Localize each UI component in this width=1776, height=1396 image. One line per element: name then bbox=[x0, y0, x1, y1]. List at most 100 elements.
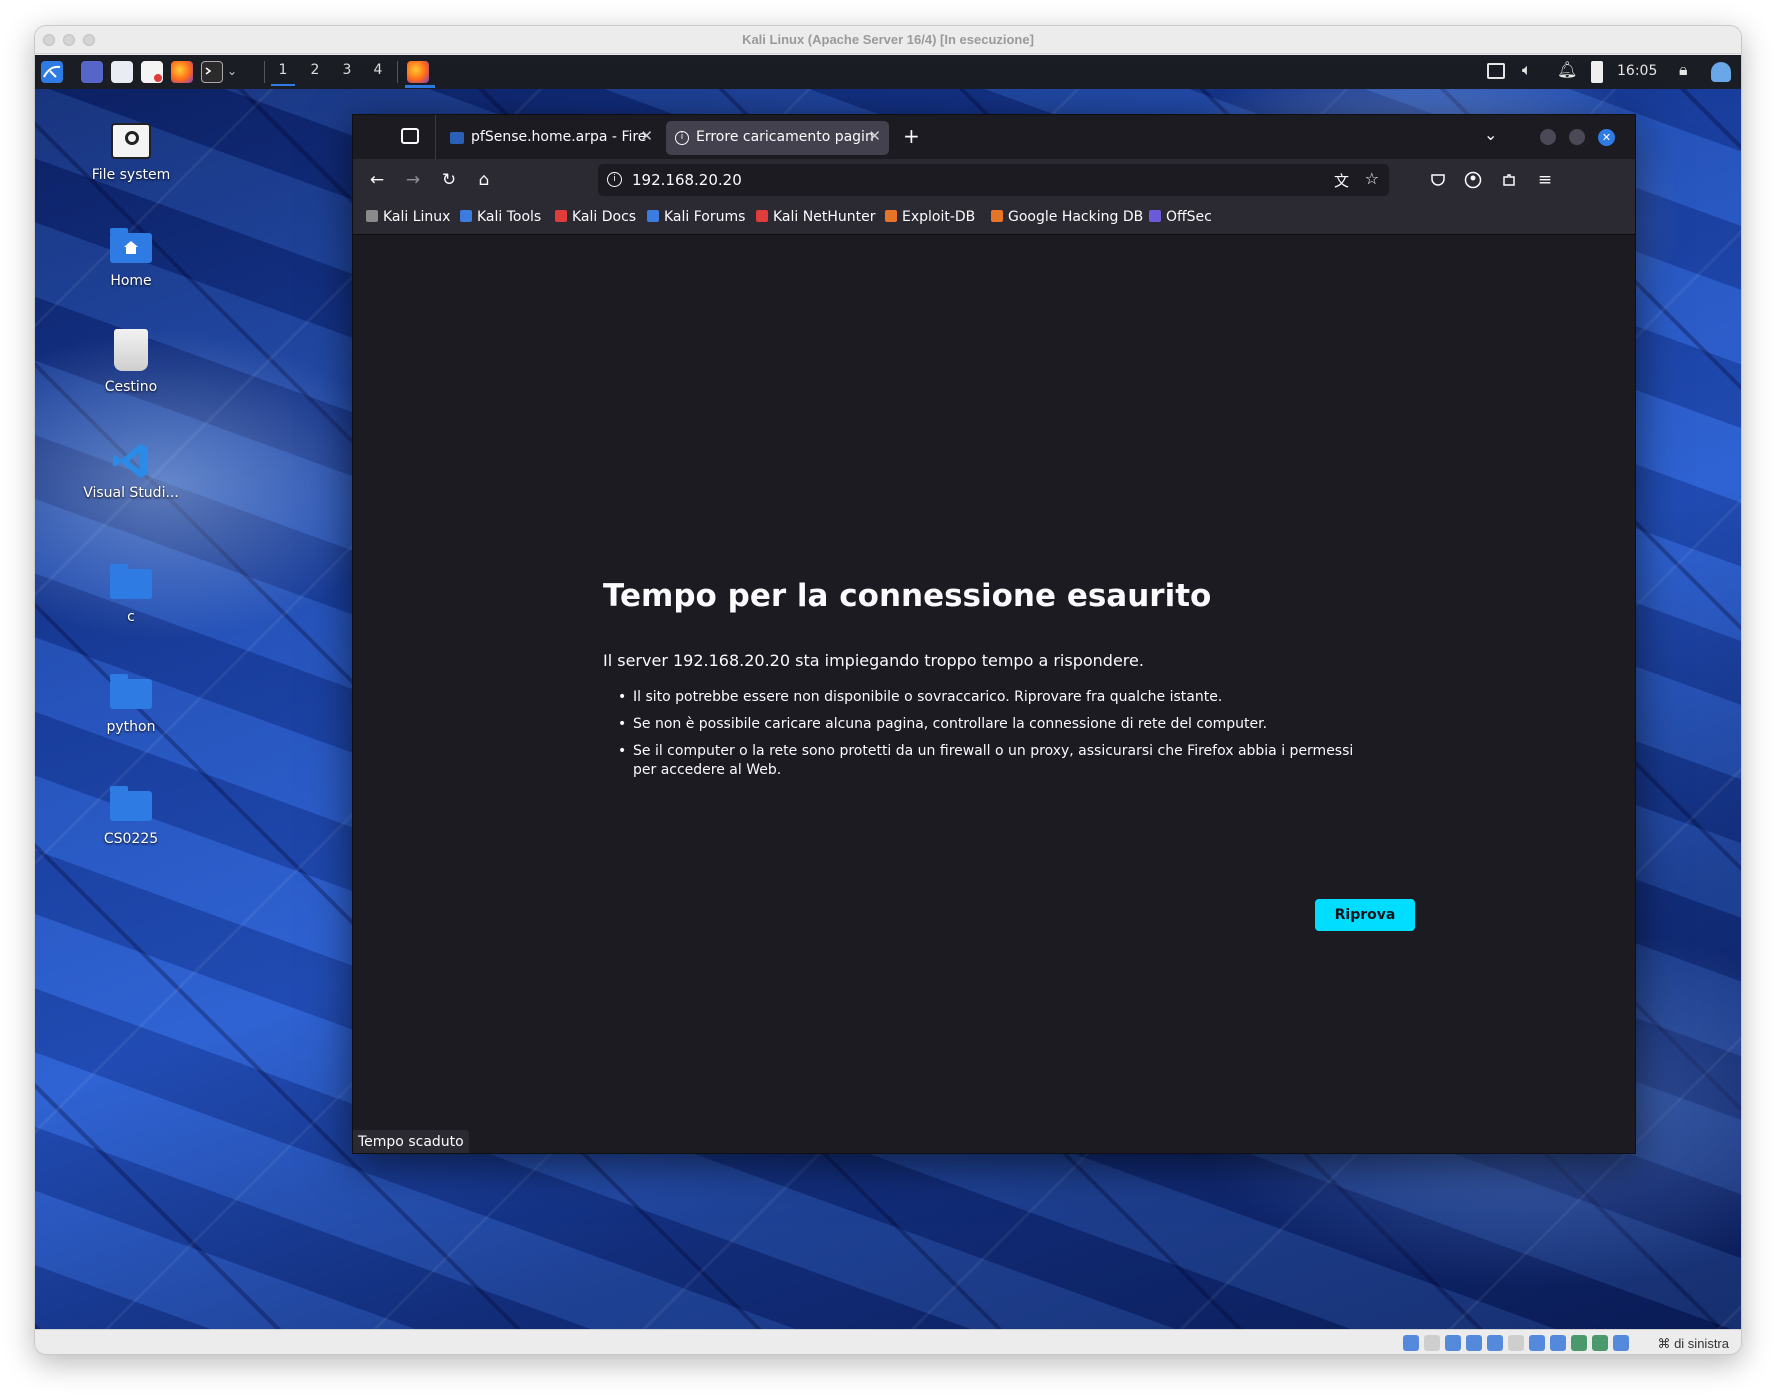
maximize-browser-button[interactable] bbox=[1569, 129, 1585, 145]
firefox-launcher-icon[interactable] bbox=[171, 61, 193, 83]
volume-icon[interactable]: 🔈︎ bbox=[1522, 60, 1532, 80]
desktop-icon-label: File system bbox=[91, 167, 171, 183]
retry-button[interactable]: Riprova bbox=[1315, 899, 1415, 931]
folder-icon bbox=[110, 674, 152, 709]
firefox-taskbar-icon[interactable] bbox=[407, 61, 429, 83]
panel-clock[interactable]: 16:05 bbox=[1617, 63, 1657, 79]
url-bar[interactable]: i 192.168.20.20 文 ☆ bbox=[598, 164, 1389, 196]
home-folder-icon bbox=[110, 228, 152, 263]
list-all-tabs-chevron-icon[interactable]: ⌄ bbox=[1484, 125, 1497, 144]
close-browser-button[interactable]: ✕ bbox=[1598, 129, 1615, 146]
workspace-2[interactable]: 2 bbox=[303, 62, 327, 78]
close-tab-icon[interactable]: ✕ bbox=[868, 127, 881, 145]
bookmark-google-hacking-db[interactable]: Google Hacking DB bbox=[991, 209, 1143, 225]
hard-disk-icon[interactable] bbox=[1403, 1335, 1419, 1351]
guest-desktop[interactable]: ⌄ 1 2 3 4 🔈︎ 🔔︎ 16:05 🔒︎ File system Hom… bbox=[35, 55, 1741, 1329]
bookmark-kali-tools[interactable]: Kali Tools bbox=[460, 209, 541, 225]
pocket-icon[interactable] bbox=[1425, 167, 1451, 193]
vm-titlebar[interactable]: Kali Linux (Apache Server 16/4) [In esec… bbox=[35, 26, 1741, 54]
bookmark-exploit-db[interactable]: Exploit-DB bbox=[885, 209, 975, 225]
site-info-icon[interactable]: i bbox=[607, 172, 622, 187]
keyboard-capture-icon[interactable] bbox=[1613, 1335, 1629, 1351]
error-page: Tempo per la connessione esaurito Il ser… bbox=[353, 235, 1635, 1153]
home-icon[interactable]: ⌂ bbox=[471, 167, 497, 193]
desktop-icon-file-system[interactable]: File system bbox=[71, 123, 191, 183]
tab-separator bbox=[435, 115, 436, 159]
firefox-view-icon[interactable] bbox=[401, 128, 419, 144]
error-description: Il server 192.168.20.20 sta impiegando t… bbox=[603, 651, 1144, 670]
workspace-3[interactable]: 3 bbox=[335, 62, 359, 78]
tab-error-page[interactable]: i Errore caricamento pagin ✕ bbox=[666, 121, 889, 155]
show-desktop-icon[interactable] bbox=[81, 61, 103, 83]
hamburger-menu-icon[interactable]: ≡ bbox=[1532, 167, 1558, 193]
battery-icon[interactable] bbox=[1591, 61, 1603, 83]
desktop-icon-cs0225[interactable]: CS0225 bbox=[71, 785, 191, 847]
back-arrow-icon[interactable]: ← bbox=[364, 167, 390, 193]
display-icon[interactable] bbox=[1529, 1335, 1545, 1351]
folder-icon bbox=[110, 564, 152, 599]
bookmark-kali-nethunter[interactable]: Kali NetHunter bbox=[756, 209, 875, 225]
info-icon: i bbox=[675, 131, 689, 145]
active-task-indicator bbox=[405, 85, 435, 88]
desktop-icon-label: Visual Studi... bbox=[83, 485, 179, 501]
bookmark-label: Exploit-DB bbox=[902, 209, 976, 225]
close-tab-icon[interactable]: ✕ bbox=[640, 127, 653, 145]
vm-device-icons bbox=[1403, 1335, 1629, 1351]
text-editor-icon[interactable] bbox=[141, 61, 163, 83]
usb-icon[interactable] bbox=[1487, 1335, 1503, 1351]
forward-arrow-icon[interactable]: → bbox=[400, 167, 426, 193]
vscode-icon bbox=[111, 441, 151, 478]
desktop-icon-c[interactable]: c bbox=[71, 563, 191, 625]
optical-drive-icon[interactable] bbox=[1424, 1335, 1440, 1351]
network-icon[interactable] bbox=[1466, 1335, 1482, 1351]
panel-separator bbox=[264, 61, 265, 83]
tab-label: pfSense.home.arpa - Fire bbox=[471, 129, 647, 145]
recording-icon[interactable] bbox=[1550, 1335, 1566, 1351]
desktop-icon-trash[interactable]: Cestino bbox=[71, 329, 191, 395]
mouse-integration-icon[interactable] bbox=[1592, 1335, 1608, 1351]
bookmark-kali-forums[interactable]: Kali Forums bbox=[647, 209, 745, 225]
display-icon[interactable] bbox=[1487, 63, 1505, 79]
workspace-4[interactable]: 4 bbox=[366, 62, 390, 78]
terminal-icon[interactable] bbox=[201, 61, 223, 83]
nethunter-icon bbox=[756, 210, 768, 222]
offsec-icon bbox=[1149, 210, 1161, 222]
vm-statusbar: ⌘ di sinistra bbox=[35, 1329, 1741, 1354]
logout-icon[interactable] bbox=[1711, 62, 1731, 82]
reload-icon[interactable]: ↻ bbox=[436, 167, 462, 193]
tab-pfsense[interactable]: pfSense.home.arpa - Fire ✕ bbox=[441, 121, 661, 155]
shared-folders-icon[interactable] bbox=[1508, 1335, 1524, 1351]
bookmark-star-icon[interactable]: ☆ bbox=[1365, 169, 1379, 188]
exploit-db-icon bbox=[885, 210, 897, 222]
firefox-window: pfSense.home.arpa - Fire ✕ i Errore cari… bbox=[352, 114, 1636, 1154]
lock-screen-icon[interactable]: 🔒︎ bbox=[1679, 60, 1688, 80]
desktop-icon-vscode[interactable]: Visual Studi... bbox=[71, 441, 191, 501]
kali-menu-icon[interactable] bbox=[41, 61, 63, 83]
list-item: Se il computer o la rete sono protetti d… bbox=[603, 742, 1363, 780]
url-text[interactable]: 192.168.20.20 bbox=[632, 171, 742, 189]
desktop-icon-home[interactable]: Home bbox=[71, 227, 191, 289]
translate-icon[interactable]: 文 bbox=[1334, 170, 1349, 191]
desktop-icon-python[interactable]: python bbox=[71, 673, 191, 735]
kali-tools-icon bbox=[460, 210, 472, 222]
list-item: Il sito potrebbe essere non disponibile … bbox=[603, 688, 1363, 707]
list-item: Se non è possibile caricare alcuna pagin… bbox=[603, 715, 1363, 734]
bookmark-label: Kali Forums bbox=[664, 209, 746, 225]
virtualbox-window: Kali Linux (Apache Server 16/4) [In esec… bbox=[34, 25, 1742, 1355]
status-panel: Tempo scaduto bbox=[353, 1130, 469, 1153]
bookmark-kali-docs[interactable]: Kali Docs bbox=[555, 209, 636, 225]
minimize-browser-button[interactable] bbox=[1540, 129, 1556, 145]
workspace-1[interactable]: 1 bbox=[271, 62, 295, 86]
audio-icon[interactable] bbox=[1445, 1335, 1461, 1351]
desktop-icon-label: python bbox=[106, 719, 156, 735]
account-icon[interactable] bbox=[1460, 167, 1486, 193]
chevron-down-icon[interactable]: ⌄ bbox=[227, 64, 237, 78]
extensions-puzzle-icon[interactable] bbox=[1496, 167, 1522, 193]
new-tab-plus-icon[interactable]: + bbox=[903, 124, 920, 148]
cpu-icon[interactable] bbox=[1571, 1335, 1587, 1351]
file-manager-icon[interactable] bbox=[111, 61, 133, 83]
bookmark-kali-linux[interactable]: Kali Linux bbox=[366, 209, 450, 225]
tab-label: Errore caricamento pagin bbox=[696, 129, 874, 145]
bookmark-offsec[interactable]: OffSec bbox=[1149, 209, 1212, 225]
notifications-bell-icon[interactable]: 🔔︎ bbox=[1557, 60, 1577, 79]
